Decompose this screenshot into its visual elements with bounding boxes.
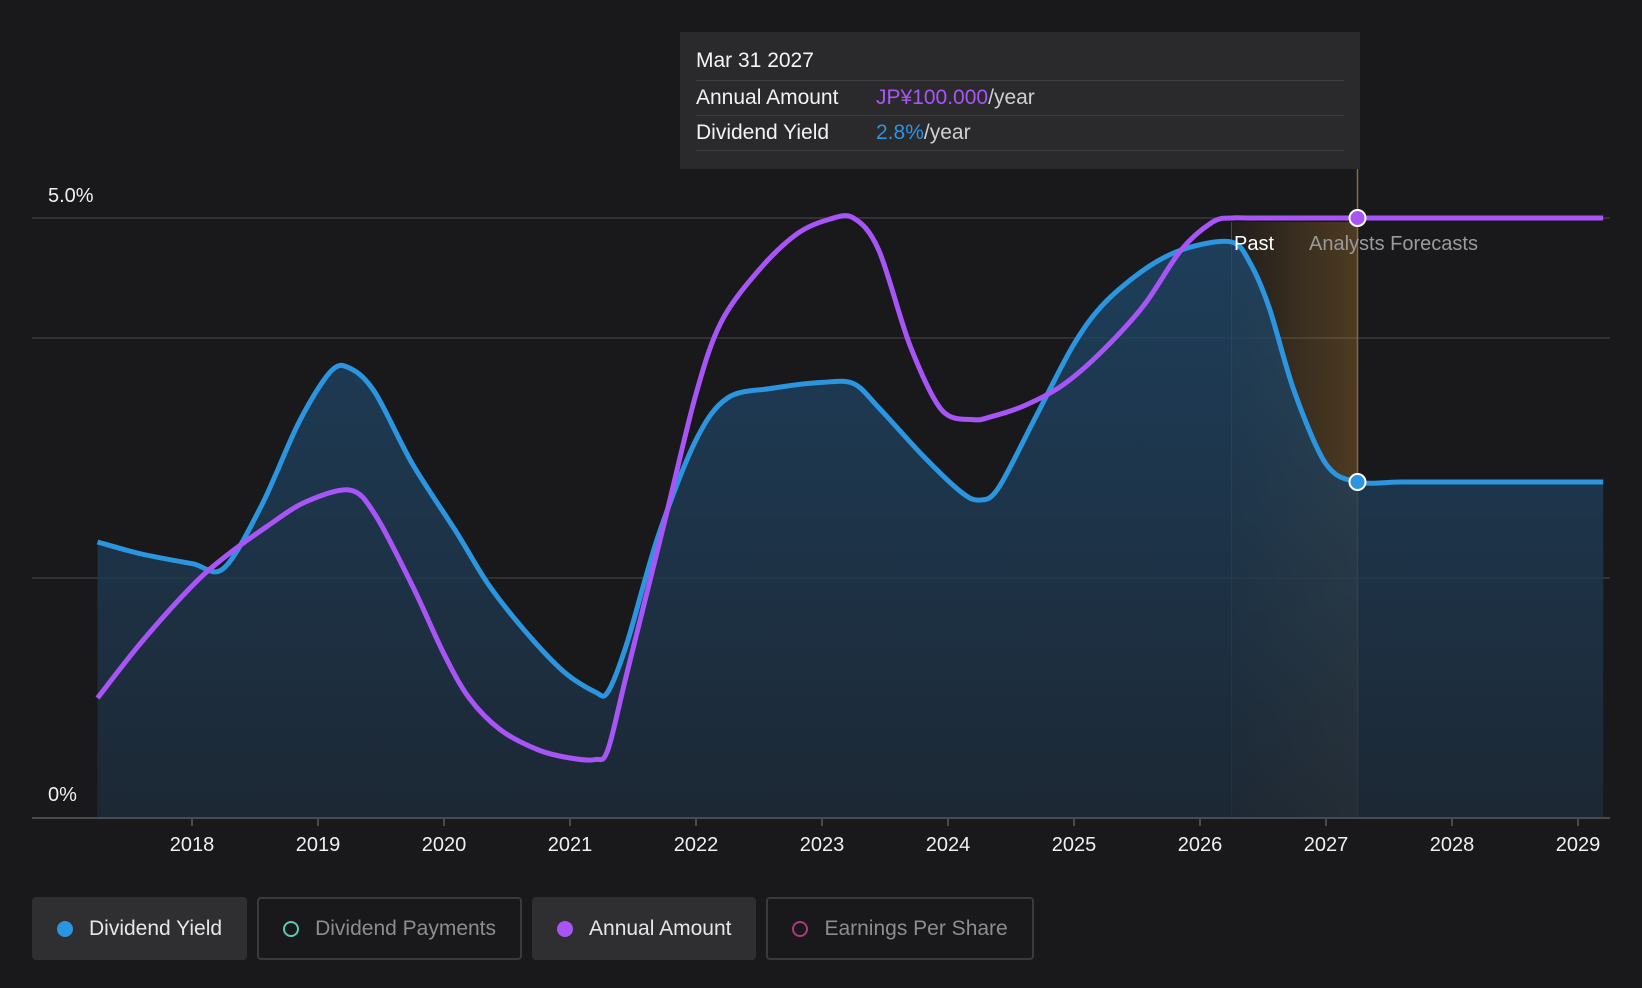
x-tick-label: 2021 xyxy=(548,834,593,856)
x-tick-label: 2018 xyxy=(170,834,215,856)
annual-amount-point xyxy=(1348,209,1367,227)
x-tick-label: 2020 xyxy=(422,834,467,856)
y-tick-label-bottom: 0% xyxy=(48,784,77,806)
x-tick-label: 2027 xyxy=(1304,834,1349,856)
x-tick-label: 2022 xyxy=(674,834,719,856)
x-tick-label: 2023 xyxy=(800,834,845,856)
legend: Dividend Yield Dividend Payments Annual … xyxy=(32,897,1034,960)
filled-dot-blue-icon xyxy=(57,920,73,937)
x-tick-label: 2019 xyxy=(296,834,341,856)
past-label: Past xyxy=(1234,233,1274,255)
tooltip-row-dividend-yield: Dividend Yield 2.8% /year xyxy=(696,116,1344,151)
tooltip-row-annual-amount: Annual Amount JP¥100.000 /year xyxy=(696,81,1344,116)
tooltip-label: Annual Amount xyxy=(696,86,839,109)
tooltip-value: JP¥100.000 xyxy=(876,86,989,109)
tooltip-unit: /year xyxy=(988,86,1035,109)
ring-dot-teal-icon xyxy=(283,920,300,937)
x-tick-label: 2024 xyxy=(926,834,971,856)
tooltip-date: Mar 31 2027 xyxy=(696,46,1344,81)
filled-dot-purple-icon xyxy=(557,920,574,937)
legend-label: Annual Amount xyxy=(589,916,732,940)
x-tick-label: 2026 xyxy=(1178,834,1223,856)
legend-annual-amount[interactable]: Annual Amount xyxy=(532,897,757,960)
y-tick-label-top: 5.0% xyxy=(48,185,94,207)
legend-earnings-per-share[interactable]: Earnings Per Share xyxy=(766,897,1034,960)
tooltip-value: 2.8% xyxy=(876,121,924,144)
legend-dividend-payments[interactable]: Dividend Payments xyxy=(257,897,523,960)
legend-label: Dividend Yield xyxy=(89,916,223,940)
tooltip: Mar 31 2027 Annual Amount JP¥100.000 /ye… xyxy=(680,32,1360,169)
tooltip-unit: /year xyxy=(923,121,971,144)
legend-label: Dividend Payments xyxy=(315,916,497,940)
legend-dividend-yield[interactable]: Dividend Yield xyxy=(32,897,248,960)
forecast-label: Analysts Forecasts xyxy=(1309,233,1478,255)
dividend-yield-area xyxy=(97,241,1604,818)
ring-dot-pink-icon xyxy=(792,920,809,937)
dividend-yield-point xyxy=(1348,473,1367,491)
tooltip-label: Dividend Yield xyxy=(696,121,830,144)
legend-label: Earnings Per Share xyxy=(824,916,1008,940)
x-tick-label: 2028 xyxy=(1430,834,1475,856)
x-tick-label: 2029 xyxy=(1556,834,1601,856)
x-tick-label: 2025 xyxy=(1052,834,1097,856)
